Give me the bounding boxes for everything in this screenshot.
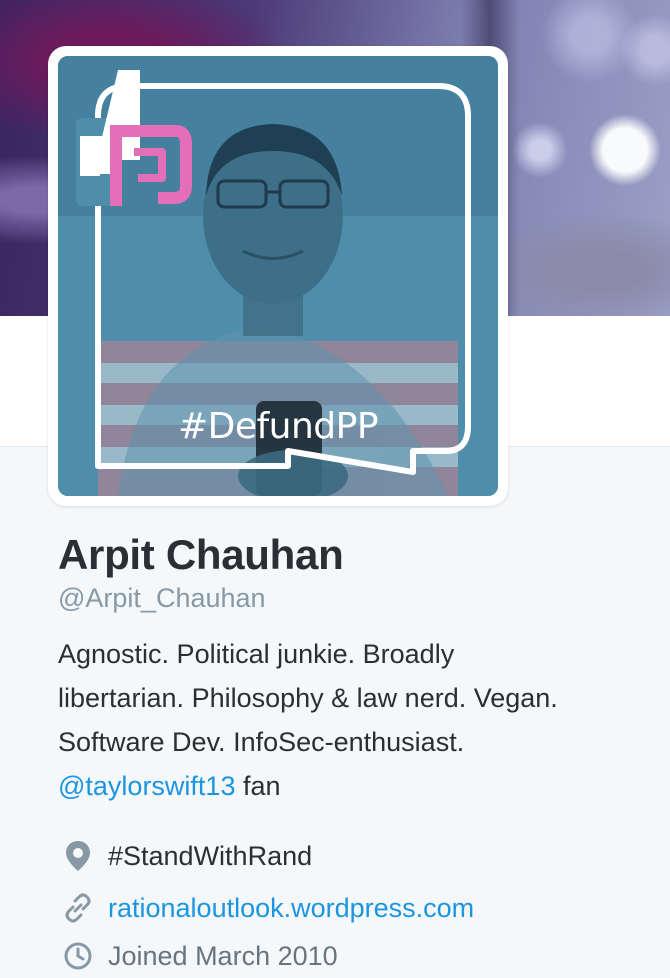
- profile-card: Arpit Chauhan @Arpit_Chauhan Agnostic. P…: [58, 526, 648, 808]
- profile-website: rationaloutlook.wordpress.com: [58, 886, 474, 930]
- avatar-hashtag-text: #DefundPP: [177, 406, 379, 447]
- profile-avatar[interactable]: #DefundPP: [48, 46, 508, 506]
- profile-location: #StandWithRand: [58, 834, 312, 878]
- profile-bio: Agnostic. Political junkie. Broadly libe…: [58, 632, 648, 808]
- screen-name[interactable]: @Arpit_Chauhan: [58, 582, 648, 614]
- join-date-text: Joined March 2010: [108, 940, 338, 971]
- profile-join-date: Joined March 2010: [58, 934, 338, 978]
- calendar-icon: [58, 936, 98, 976]
- bio-line: libertarian. Philosophy & law nerd. Vega…: [58, 683, 558, 713]
- location-text[interactable]: #StandWithRand: [108, 841, 312, 872]
- website-link[interactable]: rationaloutlook.wordpress.com: [108, 893, 474, 924]
- bio-line: Agnostic. Political junkie. Broadly: [58, 639, 455, 669]
- bio-line: @taylorswift13 fan: [58, 764, 648, 808]
- location-pin-icon: [58, 836, 98, 876]
- bio-suffix: fan: [235, 771, 281, 801]
- bio-mention-link[interactable]: @taylorswift13: [58, 771, 235, 801]
- display-name[interactable]: Arpit Chauhan: [58, 526, 648, 584]
- avatar-image: #DefundPP: [58, 56, 498, 496]
- link-icon: [58, 888, 98, 928]
- bio-line: Software Dev. InfoSec-enthusiast.: [58, 727, 465, 757]
